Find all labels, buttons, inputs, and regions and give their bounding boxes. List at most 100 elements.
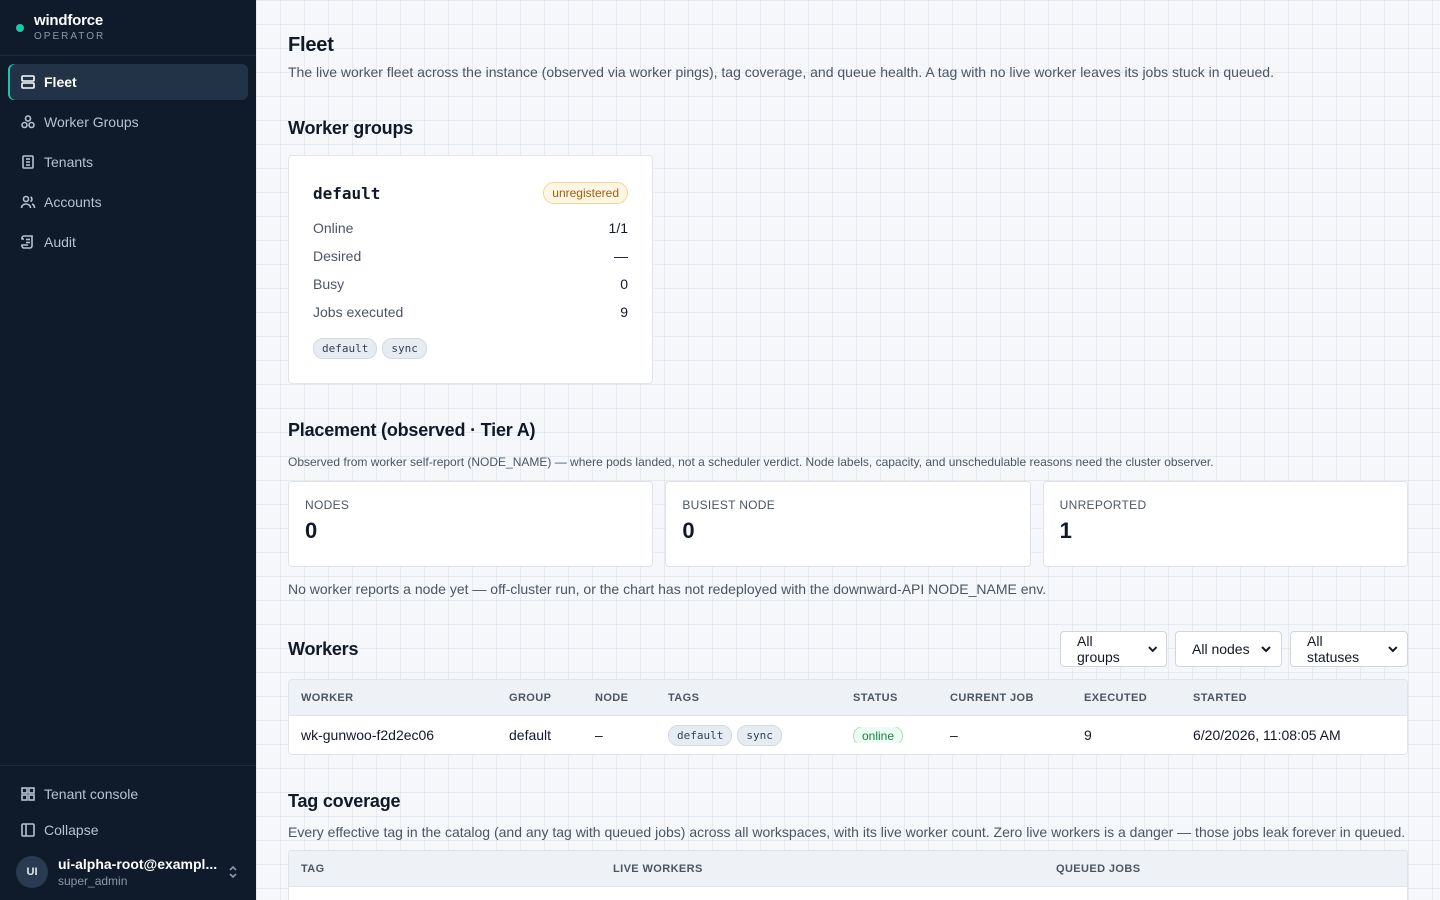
group-stat-row: Desired — [313,242,628,270]
tag-coverage-heading: Tag coverage [288,791,401,811]
sidebar-item-label: Accounts [44,194,102,210]
status-badge: unregistered [543,182,628,204]
sidebar-nav: Fleet Worker Groups Tenants Accounts Aud… [0,56,256,765]
stat-label: Online [313,220,354,236]
collapse-label: Collapse [44,822,99,838]
user-info: ui-alpha-root@exampl... super_admin [58,856,226,888]
column-header[interactable]: LIVE WORKERS [601,863,1044,875]
placement-footer: No worker reports a node yet — off-clust… [288,581,1047,597]
column-header[interactable]: CURRENT JOB [938,692,1072,704]
sidebar-item-fleet[interactable]: Fleet [8,64,248,100]
building-icon [22,155,34,169]
chevron-down-icon [1260,646,1271,653]
stat-label: Busy [313,276,345,292]
sidebar-item-label: Audit [44,234,76,250]
worker-groups-heading: Worker groups [288,118,414,138]
chevron-up-down-icon [229,865,237,879]
sidebar-item-label: Fleet [44,74,77,90]
server-icon [21,75,35,89]
tenant-console-label: Tenant console [44,786,139,802]
column-header[interactable]: WORKER [289,692,497,704]
stat-label: BUSIEST NODE [682,498,776,512]
column-header[interactable]: STATUS [841,692,938,704]
user-menu[interactable]: UI ui-alpha-root@exampl... super_admin [8,848,248,888]
group-filter-select[interactable]: All groups [1060,631,1167,667]
collapse-icon [21,823,35,837]
sidebar-item-tenants[interactable]: Tenants [8,144,248,180]
worker-group: default [509,727,552,743]
grid-icon [21,787,35,801]
workers-filters: All groups All nodes All statuses [1060,631,1408,667]
sidebar-item-worker-groups[interactable]: Worker Groups [8,104,248,140]
table-row[interactable]: wk-gunwoo-f2d2ec06 default – default syn… [289,716,1407,754]
tag-chip: default [668,724,733,746]
group-stat-row: Jobs executed 9 [313,298,628,326]
chevron-down-icon [1388,646,1398,653]
workers-table: WORKER GROUP NODE TAGS STATUS CURRENT JO… [288,679,1408,755]
tag-coverage-table: TAG LIVE WORKERS QUEUED JOBS [288,850,1408,900]
column-header[interactable]: STARTED [1181,692,1401,704]
stat-card-busiest-node: BUSIEST NODE 0 [665,481,1031,567]
column-header[interactable]: TAG [289,863,601,875]
column-header[interactable]: TAGS [656,692,841,704]
tenant-console-link[interactable]: Tenant console [8,776,248,812]
worker-started: 6/20/2026, 11:08:05 AM [1193,727,1341,743]
stat-label: UNREPORTED [1059,498,1147,512]
table-header: WORKER GROUP NODE TAGS STATUS CURRENT JO… [289,680,1407,716]
stat-value: 0 [682,518,695,543]
stat-card-unreported: UNREPORTED 1 [1042,481,1408,567]
stat-card-nodes: NODES 0 [288,481,654,567]
select-value: All statuses [1307,633,1360,665]
sidebar-item-accounts[interactable]: Accounts [8,184,248,220]
users-icon [20,195,36,209]
stat-value: 0 [620,276,628,292]
user-email: ui-alpha-root@exampl... [58,856,218,872]
select-value: All nodes [1192,641,1250,657]
stat-label: NODES [305,498,350,512]
stat-label: Desired [313,248,362,264]
stat-value: 0 [305,518,318,543]
tag-coverage-description: Every effective tag in the catalog (and … [288,824,1406,840]
placement-stats: NODES 0 BUSIEST NODE 0 UNREPORTED 1 [288,481,1408,567]
tag-chip: sync [382,338,427,359]
stat-value: 9 [620,304,628,320]
main-content: Fleet The live worker fleet across the i… [256,0,1440,900]
group-stat-row: Busy 0 [313,270,628,298]
placement-note: Observed from worker self-report (NODE_N… [288,455,1214,469]
sidebar-item-label: Worker Groups [44,114,139,130]
workers-heading: Workers [288,638,359,659]
status-badge: online [853,727,904,743]
cluster-icon [21,115,35,129]
column-header[interactable]: EXECUTED [1072,692,1181,704]
status-filter-select[interactable]: All statuses [1290,631,1408,667]
stat-label: Jobs executed [313,304,404,320]
tag-chip: sync [737,724,782,746]
table-header: TAG LIVE WORKERS QUEUED JOBS [289,851,1407,887]
brand-dot [16,23,24,32]
node-filter-select[interactable]: All nodes [1175,631,1282,667]
sidebar-item-audit[interactable]: Audit [8,224,248,260]
worker-tags: default sync [656,724,841,746]
tag-chip: default [313,338,378,359]
stat-value: 1 [1059,518,1072,543]
column-header[interactable]: QUEUED JOBS [1044,863,1344,875]
page-title: Fleet [288,34,334,56]
column-header[interactable]: GROUP [497,692,583,704]
sidebar-footer: Tenant console Collapse UI ui-alpha-root… [0,765,256,900]
worker-executed: 9 [1084,727,1092,743]
worker-group-card[interactable]: default unregistered Online 1/1 Desired — … [288,155,653,384]
worker-id: wk-gunwoo-f2d2ec06 [301,727,435,743]
scroll-icon [21,235,33,249]
column-header[interactable]: NODE [583,692,656,704]
collapse-button[interactable]: Collapse [8,812,248,848]
workers-header: Workers All groups All nodes All statuse… [288,631,1408,667]
group-name: default [313,183,381,203]
avatar: UI [16,856,48,888]
user-role: super_admin [58,874,128,888]
brand[interactable]: windforce OPERATOR [0,0,256,56]
worker-current-job: – [950,727,958,743]
page-description: The live worker fleet across the instanc… [288,64,1274,80]
brand-subtitle: OPERATOR [34,31,106,42]
stat-value: 1/1 [608,220,628,236]
sidebar: windforce OPERATOR Fleet Worker Groups T… [0,0,256,900]
